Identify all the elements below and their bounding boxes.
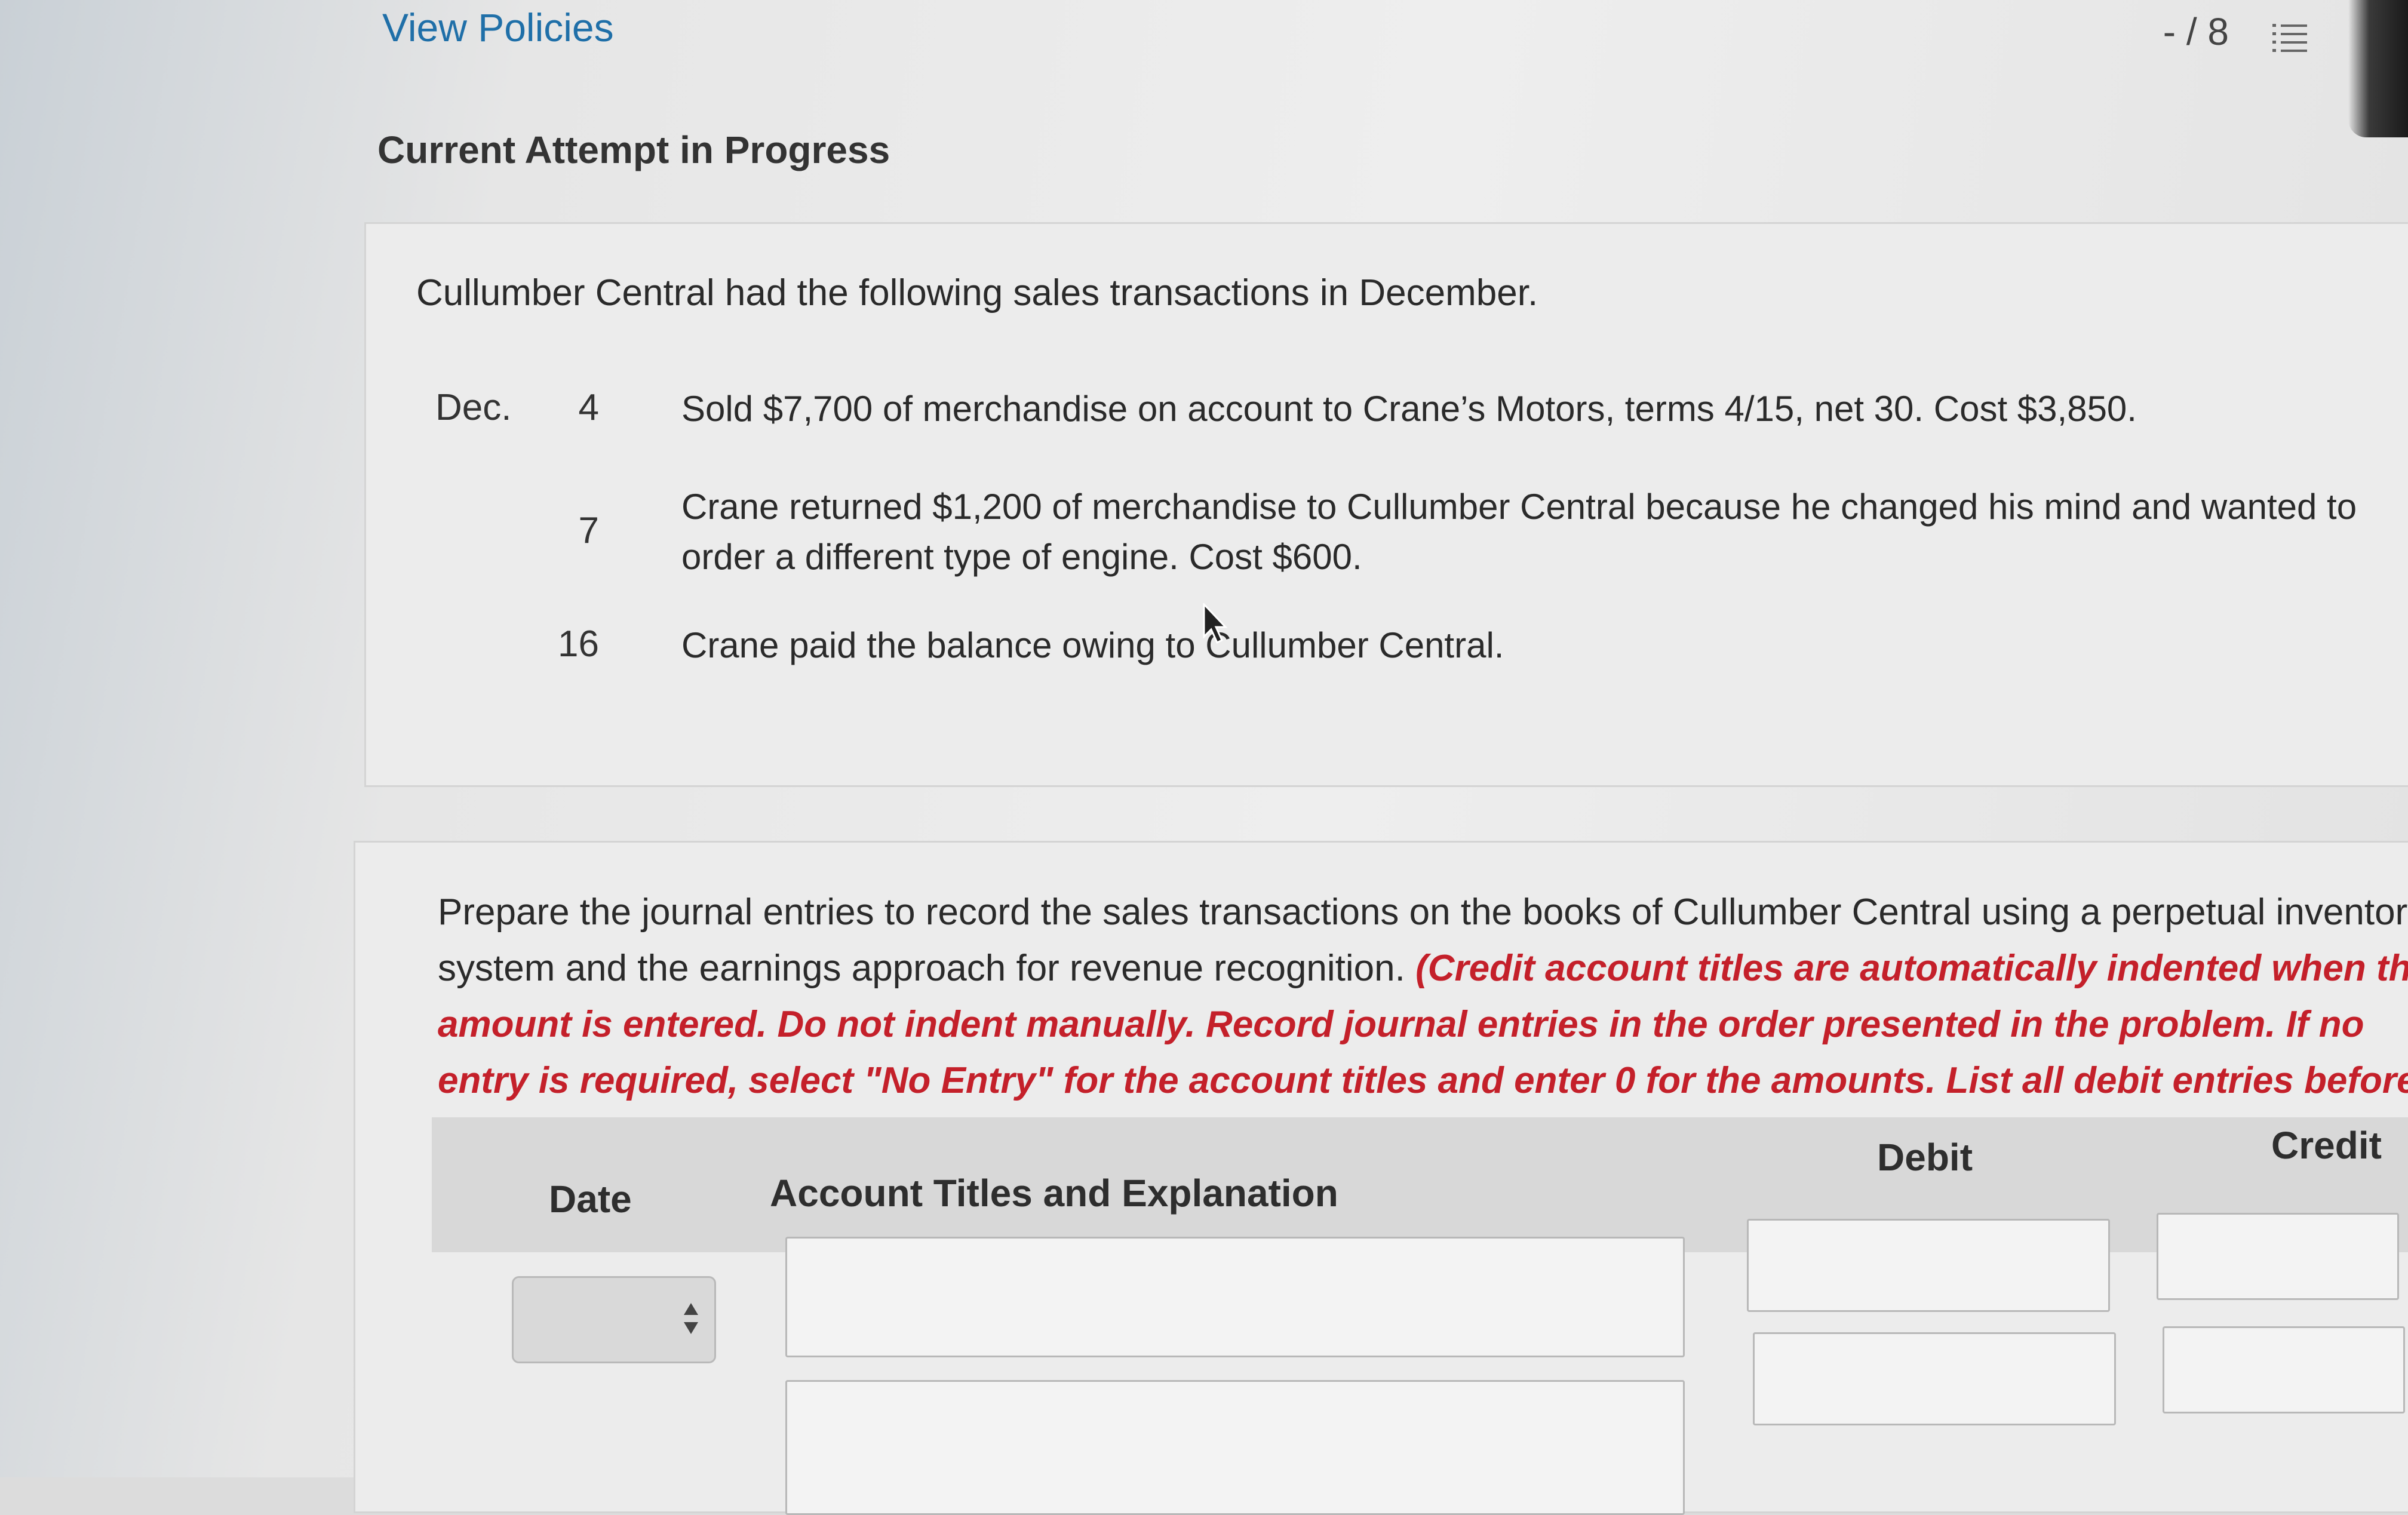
transaction-day: 16 — [558, 623, 599, 665]
problem-intro: Cullumber Central had the following sale… — [416, 272, 1538, 314]
attempt-title: Current Attempt in Progress — [377, 128, 890, 171]
journal-table-header: Date Account Titles and Explanation Debi… — [432, 1117, 2408, 1252]
problem-panel: Cullumber Central had the following sale… — [364, 222, 2408, 787]
debit-input[interactable] — [1753, 1332, 2116, 1425]
question-panel: Prepare the journal entries to record th… — [354, 841, 2408, 1515]
view-policies-link[interactable]: View Policies — [382, 5, 614, 50]
credit-input[interactable] — [2163, 1326, 2405, 1413]
column-header-date: Date — [549, 1178, 632, 1221]
debit-input[interactable] — [1747, 1219, 2110, 1312]
account-title-input[interactable] — [785, 1380, 1685, 1515]
numbered-list-icon[interactable] — [2271, 20, 2309, 59]
transaction-day: 7 — [578, 510, 599, 551]
column-header-debit: Debit — [1877, 1136, 1973, 1179]
column-header-credit: Credit — [2271, 1124, 2382, 1167]
screen: View Policies - / 8 Current Attempt in P… — [0, 0, 2408, 1515]
transaction-description: Crane paid the balance owing to Cullumbe… — [681, 625, 1504, 665]
transaction-description: Sold $7,700 of merchandise on account to… — [681, 389, 2137, 429]
transaction-day: 4 — [578, 387, 599, 428]
credit-input[interactable] — [2157, 1213, 2399, 1300]
mouse-cursor-icon — [1203, 603, 1228, 644]
transaction-description: Crane returned $1,200 of merchandise to … — [681, 487, 2357, 577]
select-arrows-icon — [684, 1303, 698, 1334]
transaction-month: Dec. — [435, 387, 512, 428]
score-indicator: - / 8 — [2163, 10, 2229, 53]
account-title-input[interactable] — [785, 1237, 1685, 1357]
date-select[interactable] — [512, 1276, 716, 1363]
column-header-account: Account Titles and Explanation — [770, 1172, 1338, 1215]
screen-bezel — [2348, 0, 2408, 137]
